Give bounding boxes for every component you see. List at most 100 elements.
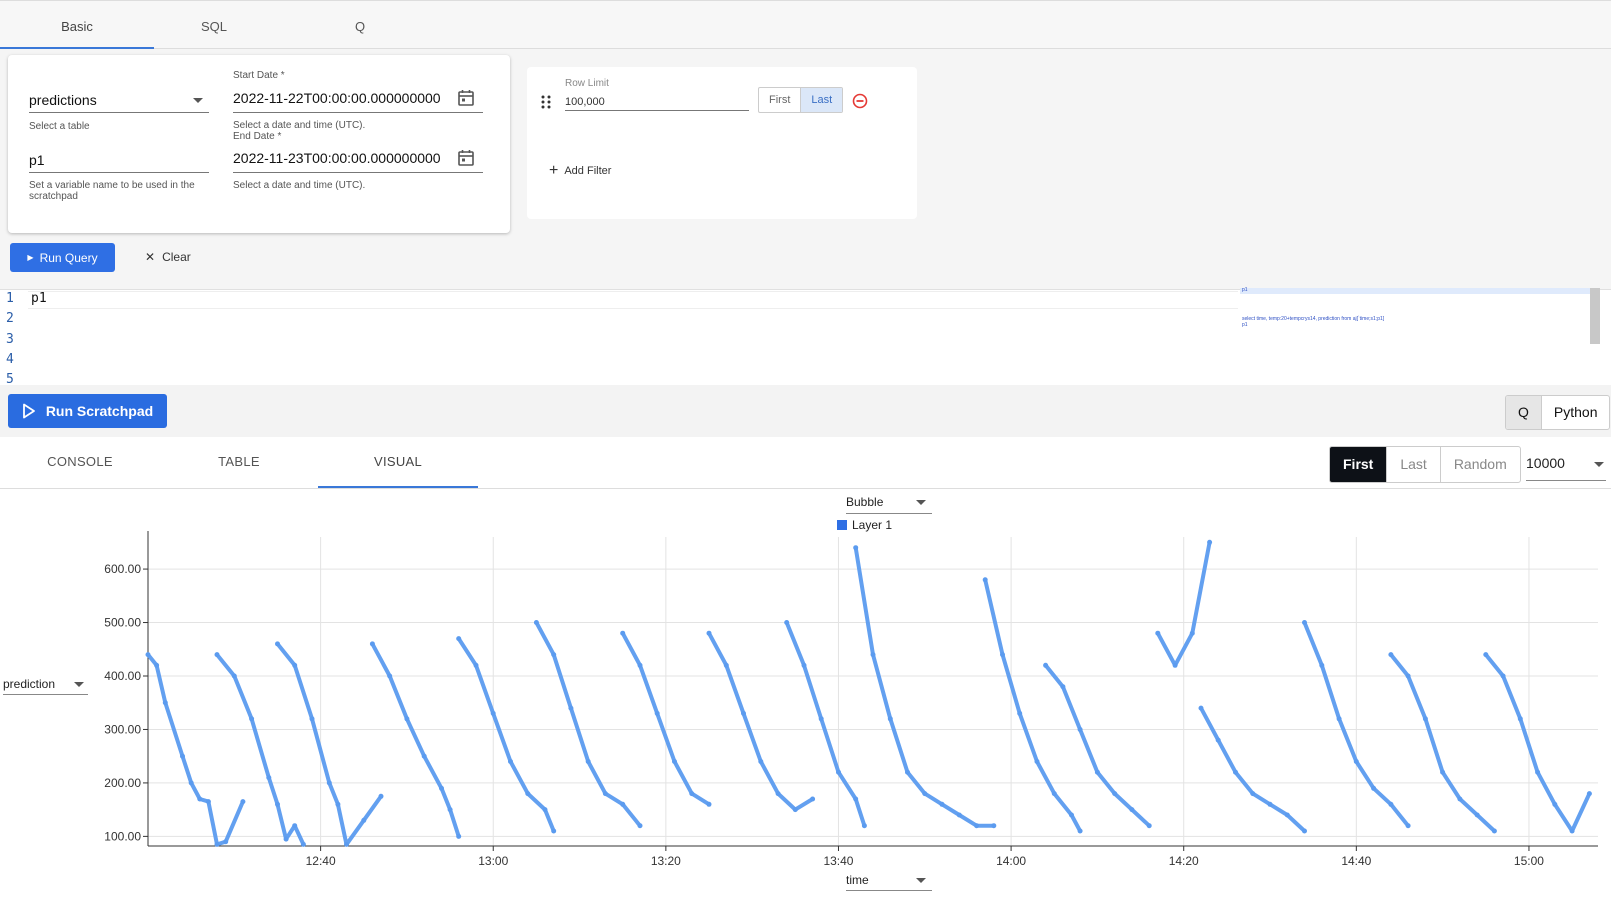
- data-point: [249, 716, 255, 722]
- data-series-trace: [146, 652, 245, 847]
- table-select[interactable]: predictions: [29, 83, 209, 113]
- data-point: [1146, 823, 1152, 829]
- data-point: [439, 785, 444, 791]
- editor-minimap[interactable]: p1 select time, temp:20+tempcrys14, pred…: [1240, 287, 1600, 386]
- data-point: [387, 673, 393, 679]
- sample-count-select[interactable]: 10000: [1526, 446, 1606, 481]
- row-limit-last[interactable]: Last: [800, 88, 843, 112]
- data-point: [490, 710, 496, 716]
- run-query-button[interactable]: ▶ Run Query: [10, 243, 115, 272]
- data-point: [283, 836, 289, 842]
- scatter-chart[interactable]: 12:40 13:00 13:20 13:40 14:00 14:20 14:40 15:00…: [0, 489, 1611, 922]
- row-limit-input[interactable]: 100,000: [565, 91, 749, 111]
- y-tick-label: 500.00: [104, 616, 141, 630]
- end-date-input[interactable]: 2022-11-23T00:00:00.000000000: [233, 143, 483, 173]
- x-tick-label: 14:20: [1169, 854, 1199, 868]
- current-line-highlight: [28, 291, 1238, 309]
- data-point: [1405, 673, 1411, 679]
- data-series-trace: [370, 641, 461, 839]
- data-point: [275, 641, 280, 647]
- data-point: [620, 801, 626, 807]
- data-point: [810, 796, 816, 802]
- row-limit-label: Row Limit: [565, 78, 609, 89]
- data-point: [1215, 737, 1221, 743]
- tab-console[interactable]: CONSOLE: [0, 437, 160, 488]
- language-q[interactable]: Q: [1506, 396, 1541, 429]
- chevron-down-icon: [1594, 462, 1604, 467]
- data-point: [1077, 727, 1083, 732]
- sampling-last[interactable]: Last: [1386, 447, 1439, 482]
- data-point: [231, 673, 237, 679]
- tab-q[interactable]: Q: [283, 1, 437, 49]
- variable-name-input[interactable]: p1: [29, 143, 209, 173]
- row-limit-value: 100,000: [565, 96, 605, 108]
- minimap-viewport: [1240, 288, 1600, 294]
- data-point: [1302, 828, 1307, 834]
- start-date-input[interactable]: 2022-11-22T00:00:00.000000000: [233, 83, 483, 113]
- variable-hint: Set a variable name to be used in the sc…: [29, 180, 195, 202]
- tab-basic[interactable]: Basic: [0, 1, 154, 49]
- data-point: [1319, 662, 1325, 668]
- row-limit-first[interactable]: First: [759, 88, 800, 112]
- run-query-label: Run Query: [39, 250, 98, 265]
- data-point: [654, 710, 660, 716]
- calendar-icon[interactable]: [457, 89, 475, 107]
- remove-icon[interactable]: [852, 93, 868, 109]
- data-point: [551, 828, 557, 834]
- line-number: 4: [6, 352, 14, 367]
- x-tick-label: 13:20: [651, 854, 681, 868]
- line-number: 3: [6, 332, 14, 347]
- data-point: [1353, 759, 1359, 764]
- language-python[interactable]: Python: [1540, 396, 1610, 429]
- query-builder: predictions Select a table p1 Set a vari…: [0, 49, 1611, 289]
- data-point: [818, 716, 824, 722]
- code-line: p1: [31, 291, 47, 306]
- data-point: [1198, 705, 1204, 711]
- add-filter-button[interactable]: + Add Filter: [549, 163, 611, 179]
- data-point: [533, 620, 539, 625]
- data-point: [1267, 801, 1273, 807]
- data-point: [1569, 828, 1575, 834]
- scratchpad-editor[interactable]: 1 2 3 4 5 p1 p1 select time, temp:20+tem…: [0, 287, 1611, 387]
- editor-scrollbar[interactable]: [1590, 288, 1600, 344]
- tab-visual[interactable]: VISUAL: [318, 437, 478, 488]
- data-point: [275, 801, 280, 807]
- y-tick-label: 400.00: [104, 669, 141, 683]
- data-point: [1172, 662, 1178, 668]
- variable-name-value: p1: [29, 152, 45, 168]
- tab-table[interactable]: TABLE: [159, 437, 319, 488]
- data-point: [326, 780, 332, 786]
- data-point: [637, 823, 643, 829]
- data-point: [180, 753, 185, 759]
- data-point: [620, 630, 626, 636]
- calendar-icon[interactable]: [457, 149, 475, 167]
- data-point: [991, 823, 997, 829]
- sampling-mode: First Last Random: [1329, 446, 1521, 483]
- data-point: [1483, 652, 1489, 658]
- data-point: [982, 577, 988, 583]
- data-point: [706, 630, 712, 636]
- sampling-first[interactable]: First: [1330, 447, 1387, 482]
- sampling-random[interactable]: Random: [1439, 447, 1520, 482]
- end-date-hint: Select a date and time (UTC).: [233, 180, 366, 191]
- data-point: [1405, 823, 1411, 829]
- drag-handle-icon[interactable]: [541, 95, 551, 109]
- data-point: [861, 823, 867, 829]
- clear-button[interactable]: ✕ Clear: [145, 250, 191, 264]
- data-point: [361, 817, 367, 823]
- data-point: [473, 662, 479, 668]
- data-point: [1586, 791, 1592, 797]
- data-point: [266, 775, 272, 781]
- tab-sql[interactable]: SQL: [137, 1, 291, 49]
- end-date-label: End Date *: [233, 131, 282, 142]
- data-point: [1371, 785, 1377, 791]
- data-point: [637, 662, 643, 668]
- data-series-trace: [456, 636, 556, 833]
- run-scratchpad-button[interactable]: Run Scratchpad: [8, 394, 167, 428]
- data-point: [1440, 769, 1446, 775]
- data-point: [335, 801, 341, 807]
- data-series-trace: [215, 652, 306, 847]
- language-toggle: Q Python: [1505, 395, 1611, 430]
- x-tick-label: 13:40: [823, 854, 853, 868]
- data-series-trace: [784, 620, 867, 828]
